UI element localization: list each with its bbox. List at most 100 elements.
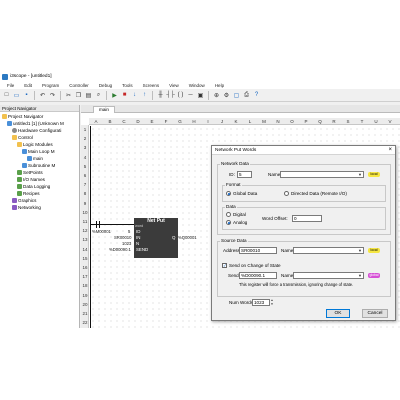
menu-screens[interactable]: Screens xyxy=(138,83,165,88)
num-words-spinner[interactable]: ▲ ▼ xyxy=(270,298,274,306)
tree-item[interactable]: main xyxy=(27,155,43,162)
column-header: S xyxy=(346,119,350,124)
toolbar-separator xyxy=(106,90,107,100)
column-header: J xyxy=(220,119,224,124)
tree-item[interactable]: SetPoints xyxy=(17,169,43,176)
id-label: ID: xyxy=(229,172,235,177)
row-header: 13 xyxy=(82,237,88,243)
doc-icon xyxy=(27,156,32,161)
num-words-field[interactable]: 1023 xyxy=(252,299,270,306)
menu-program[interactable]: Program xyxy=(37,83,64,88)
send-on-change-checkbox[interactable]: ✓ xyxy=(222,263,227,268)
tab-main[interactable]: main xyxy=(93,106,115,113)
doc-icon xyxy=(22,149,27,154)
tree-item[interactable]: untitled1 [1] (Unknown M xyxy=(7,120,64,127)
copy-icon[interactable]: ❐ xyxy=(74,91,83,100)
undo-icon[interactable]: ↶ xyxy=(38,91,47,100)
block-n-value: 1023 xyxy=(122,241,132,246)
cut-icon[interactable]: ✂ xyxy=(64,91,73,100)
num-words-label: Num Words: xyxy=(229,300,255,305)
tree-item[interactable]: Subroutine M xyxy=(22,162,55,169)
row-header: 12 xyxy=(82,228,88,234)
row-header: 17 xyxy=(82,274,88,280)
column-header: L xyxy=(248,119,252,124)
send-field[interactable]: %D00090.1 xyxy=(239,272,277,279)
app-logo-icon xyxy=(2,73,8,80)
data-analog-radio[interactable] xyxy=(226,220,231,225)
tree-item[interactable]: Control xyxy=(12,134,33,141)
green-icon xyxy=(17,191,22,196)
monitor-icon[interactable]: ▢ xyxy=(232,91,241,100)
row-header: 8 xyxy=(83,191,87,197)
data-digital-radio[interactable] xyxy=(226,212,231,217)
upload-icon[interactable]: ↑ xyxy=(140,91,149,100)
tree-item-label: Project Navigator xyxy=(8,114,44,119)
block-pin-q: Q xyxy=(172,235,176,240)
tree-item[interactable]: I/O Names xyxy=(17,176,45,183)
redo-icon[interactable]: ↷ xyxy=(48,91,57,100)
column-header: G xyxy=(178,119,182,124)
menu-controller[interactable]: Controller xyxy=(64,83,94,88)
tree-item[interactable]: Main Loop M xyxy=(22,148,55,155)
column-header: R xyxy=(332,119,336,124)
cancel-button[interactable]: Cancel xyxy=(362,309,388,318)
address-field[interactable]: SR00010 xyxy=(239,247,277,254)
tree-item-label: Control xyxy=(18,135,33,140)
new-icon[interactable]: □ xyxy=(2,91,11,100)
settings-icon[interactable]: ⚙ xyxy=(222,91,231,100)
editor-tabstrip: main xyxy=(81,105,400,113)
green-icon xyxy=(17,177,22,182)
block-icon[interactable]: ▣ xyxy=(196,91,205,100)
column-header: B xyxy=(108,119,112,124)
menu-debug[interactable]: Debug xyxy=(94,83,117,88)
run-icon[interactable]: ▶ xyxy=(110,91,119,100)
wire-icon[interactable]: ─ xyxy=(186,91,195,100)
network-name-dropdown[interactable]: ▼ xyxy=(280,171,364,178)
help-icon[interactable]: ? xyxy=(252,91,261,100)
find-icon[interactable]: ⌕ xyxy=(94,91,103,100)
column-header: D xyxy=(136,119,140,124)
project-navigator: Project Navigator Project Navigator untit… xyxy=(0,105,80,328)
contact-right xyxy=(99,221,100,228)
download-icon[interactable]: ↓ xyxy=(130,91,139,100)
menu-view[interactable]: View xyxy=(164,83,184,88)
contact-icon[interactable]: ┤├ xyxy=(166,91,175,100)
print-icon[interactable]: ⎙ xyxy=(242,91,251,100)
stop-icon[interactable]: ■ xyxy=(120,91,129,100)
coil-icon[interactable]: ( ) xyxy=(176,91,185,100)
send-name-dropdown[interactable]: ▼ xyxy=(293,272,364,279)
tree-item[interactable]: Networking xyxy=(12,204,41,211)
menu-tools[interactable]: Tools xyxy=(117,83,138,88)
zoom-icon[interactable]: ⊕ xyxy=(212,91,221,100)
format-directed-radio[interactable] xyxy=(284,191,289,196)
num-words-value: 1023 xyxy=(254,300,265,305)
format-global-radio[interactable] xyxy=(226,191,231,196)
menu-edit[interactable]: Edit xyxy=(19,83,37,88)
menu-window[interactable]: Window xyxy=(184,83,210,88)
network-local-badge: local xyxy=(368,172,380,177)
tree-item[interactable]: Data Logging xyxy=(17,183,50,190)
ok-button[interactable]: OK xyxy=(326,309,350,318)
source-name-dropdown[interactable]: ▼ xyxy=(293,247,364,254)
close-icon[interactable]: × xyxy=(388,146,392,155)
tree-item[interactable]: Logic Modules xyxy=(17,141,53,148)
block-pin-in: IN xyxy=(136,235,141,240)
tree-item[interactable]: Graphics xyxy=(12,197,36,204)
block-send-value: %D00090.1 xyxy=(109,247,131,252)
tree-item[interactable]: Project Navigator xyxy=(2,113,43,120)
menu-help[interactable]: Help xyxy=(210,83,229,88)
open-icon[interactable]: ▭ xyxy=(12,91,21,100)
id-field[interactable]: 5 xyxy=(237,171,252,178)
row-header: 5 xyxy=(83,163,87,169)
chevron-down-icon: ▼ xyxy=(358,273,362,278)
tree-item[interactable]: Recipes xyxy=(17,190,40,197)
ladder-icon[interactable]: ╫ xyxy=(156,91,165,100)
tree-item[interactable]: Hardware Configurati xyxy=(12,127,61,134)
toolbar-separator xyxy=(152,90,153,100)
menu-file[interactable]: File xyxy=(2,83,19,88)
save-icon[interactable]: ▪ xyxy=(22,91,31,100)
paste-icon[interactable]: ▤ xyxy=(84,91,93,100)
folder-icon xyxy=(2,114,7,119)
word-offset-field[interactable]: 0 xyxy=(292,215,322,222)
net-put-block[interactable]: Net Put word ID IN N SEND Q xyxy=(134,218,178,258)
